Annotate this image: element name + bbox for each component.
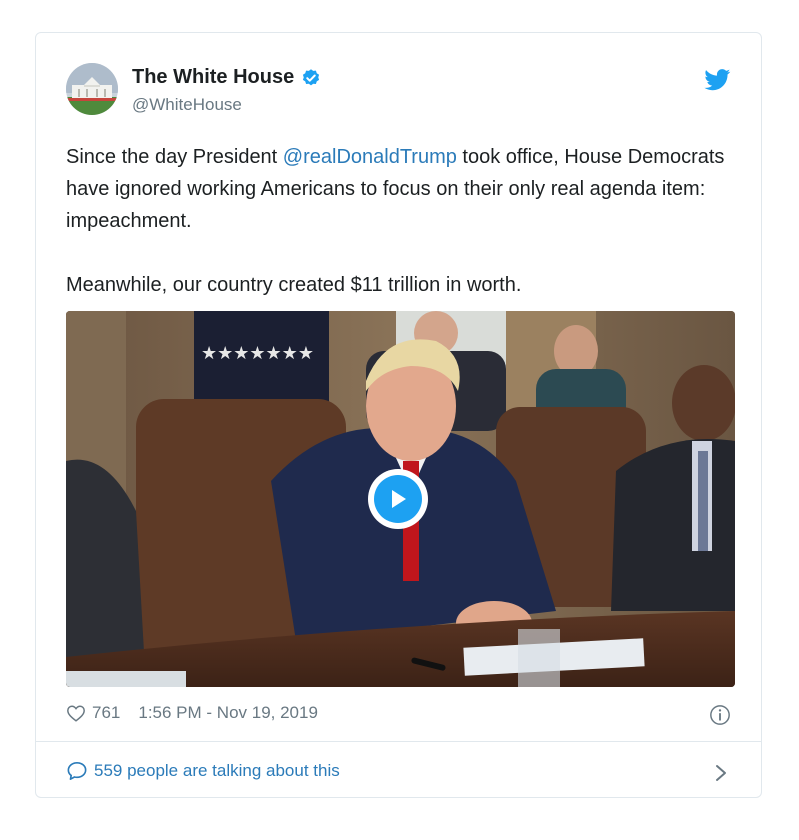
play-button-inner xyxy=(374,475,422,523)
twitter-bird-icon[interactable] xyxy=(704,69,731,91)
divider xyxy=(36,741,761,742)
tweet-paragraph-1: Since the day President @realDonaldTrump… xyxy=(66,141,734,237)
author-name-row[interactable]: The White House xyxy=(132,66,321,89)
embedded-tweet-card: The White House @WhiteHouse Since the da… xyxy=(35,32,762,798)
comment-bubble-icon xyxy=(67,762,87,780)
tweet-meta: 761 1:56 PM - Nov 19, 2019 xyxy=(66,703,318,723)
white-house-avatar-image xyxy=(66,63,118,115)
info-icon[interactable] xyxy=(709,704,731,726)
svg-text:★★★★★★★: ★★★★★★★ xyxy=(201,343,314,364)
like-count[interactable]: 761 xyxy=(92,703,120,723)
tweet-text-intro: Since the day President xyxy=(66,146,283,168)
author-name[interactable]: The White House xyxy=(132,66,294,89)
chevron-right-icon[interactable] xyxy=(715,764,727,782)
play-button[interactable] xyxy=(368,469,428,529)
verified-badge-icon xyxy=(303,68,320,85)
conversation-link[interactable]: 559 people are talking about this xyxy=(66,761,340,781)
conversation-text[interactable]: 559 people are talking about this xyxy=(94,761,340,781)
mention-link[interactable]: @realDonaldTrump xyxy=(283,146,457,168)
avatar[interactable] xyxy=(66,63,118,115)
play-icon xyxy=(392,490,406,508)
tweet-text: Since the day President @realDonaldTrump… xyxy=(66,141,734,301)
tweet-paragraph-2: Meanwhile, our country created $11 trill… xyxy=(66,274,522,296)
timestamp[interactable]: 1:56 PM - Nov 19, 2019 xyxy=(138,703,318,723)
heart-icon[interactable] xyxy=(66,704,86,722)
video-player[interactable]: ★★★★★★★ xyxy=(66,311,735,687)
author-handle[interactable]: @WhiteHouse xyxy=(132,95,242,115)
